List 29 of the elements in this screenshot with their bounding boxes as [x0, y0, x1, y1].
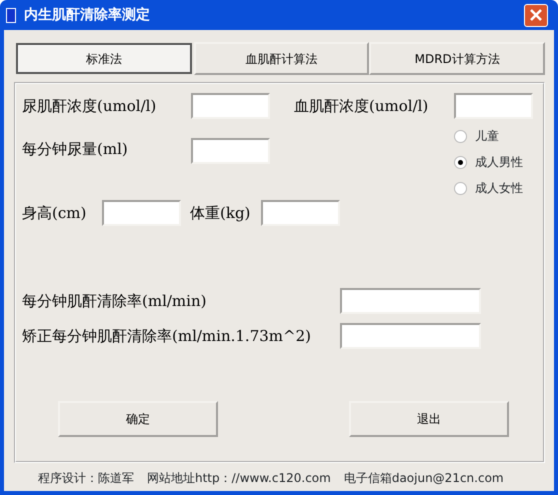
input-field[interactable] — [454, 93, 533, 119]
tab[interactable]: 标准法 — [16, 43, 192, 74]
close-button[interactable] — [524, 4, 548, 26]
input-field[interactable] — [261, 200, 340, 226]
input-field[interactable] — [102, 200, 181, 226]
result-label: 矫正每分钟肌酐清除率(ml/min.1.73m^2) — [22, 326, 312, 347]
field-label: 身高(cm) — [22, 202, 88, 224]
action-button[interactable]: 退出 — [349, 401, 509, 437]
footer-text: 网站地址http：//www.c120.com — [147, 470, 331, 487]
radio-option[interactable]: 成人男性 — [454, 149, 523, 175]
output-field[interactable] — [340, 288, 481, 314]
tab[interactable]: MDRD计算方法 — [369, 42, 546, 75]
radio-option[interactable]: 儿童 — [454, 123, 523, 149]
footer-text: 电子信箱daojun@21cn.com — [344, 470, 504, 487]
input-field[interactable] — [191, 93, 270, 119]
field-label: 尿肌酐浓度(umol/l) — [22, 96, 158, 117]
tab[interactable]: 血肌酐计算法 — [194, 42, 370, 75]
window-title: 内生肌酐清除率测定 — [24, 6, 150, 24]
input-field[interactable] — [191, 138, 270, 164]
radio-option[interactable]: 成人女性 — [454, 175, 523, 201]
close-icon — [529, 8, 543, 22]
output-field[interactable] — [340, 323, 481, 349]
field-label: 血肌酐浓度(umol/l) — [294, 96, 430, 117]
footer-text: 程序设计：陈道军 — [38, 470, 134, 487]
result-label: 每分钟肌酐清除率(ml/min) — [22, 290, 208, 312]
document-icon — [6, 8, 16, 22]
field-label: 每分钟尿量(ml) — [22, 139, 129, 160]
field-label: 体重(kg) — [190, 202, 252, 224]
action-button[interactable]: 确定 — [58, 401, 218, 437]
